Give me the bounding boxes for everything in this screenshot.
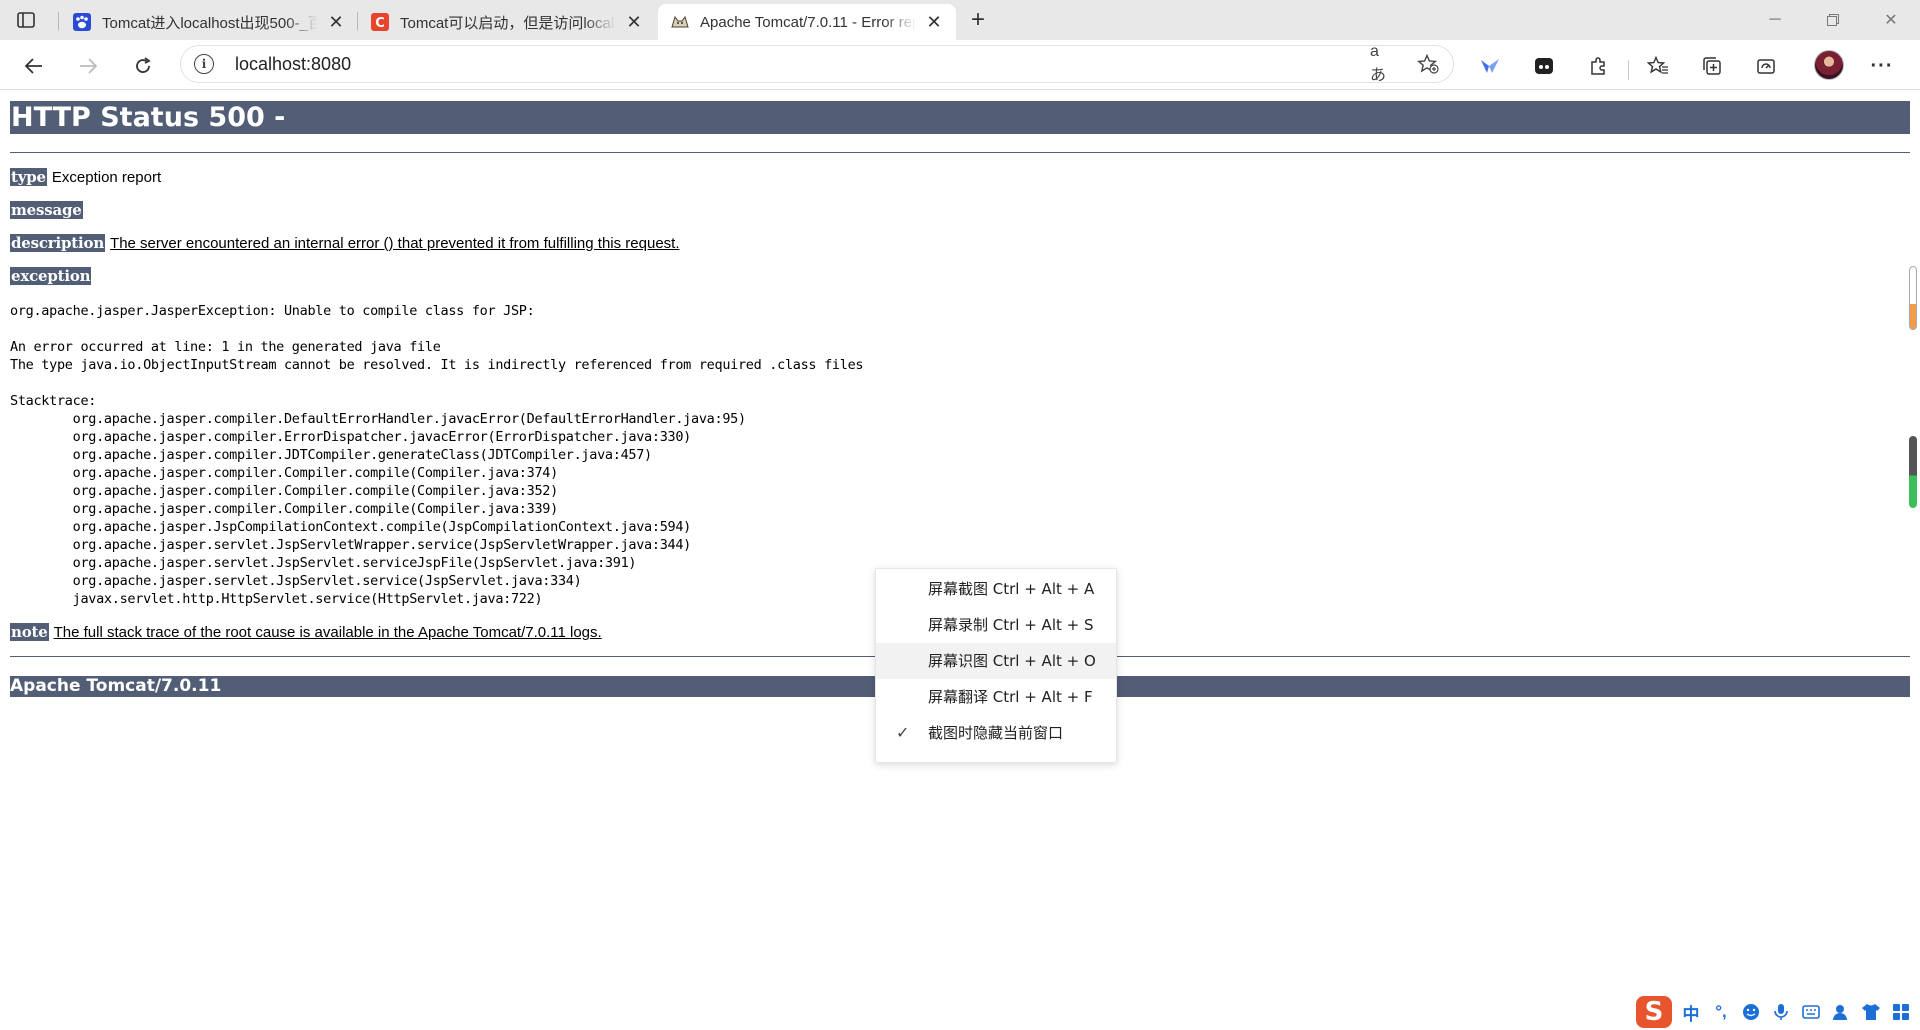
browser-window: Tomcat进入localhost出现500-_百度 ✕ C Tomcat可以启… — [0, 0, 1920, 1030]
svg-text:C: C — [375, 16, 385, 31]
message-row: message — [10, 201, 88, 219]
browser-essentials-icon — [1757, 59, 1775, 74]
site-info-icon[interactable]: i — [194, 54, 214, 74]
tab-title: Apache Tomcat/7.0.11 - Error report — [700, 13, 916, 31]
close-tab-icon[interactable]: ✕ — [924, 12, 944, 32]
description-label: description — [10, 234, 106, 252]
settings-more-button[interactable]: ··· — [1866, 50, 1898, 82]
ime-mode-toggle[interactable]: 中 — [1680, 1001, 1702, 1024]
extension-dark-icon — [1535, 58, 1553, 74]
restore-icon — [1827, 14, 1839, 26]
side-indicator — [1909, 266, 1917, 330]
page-content: HTTP Status 500 - type Exception report m… — [0, 91, 1920, 1030]
performance-button[interactable] — [1750, 50, 1782, 82]
side-indicator — [1909, 436, 1917, 508]
tab-actions-icon — [17, 12, 35, 28]
address-bar[interactable]: i localhost:8080 aあ — [180, 43, 1454, 84]
ime-toolbar: S 中 °, — [1636, 995, 1912, 1029]
description-row: description The server encountered an int… — [10, 234, 680, 252]
menu-item-screen-record[interactable]: 屏幕录制 Ctrl + Alt + S — [876, 607, 1116, 643]
collections-button[interactable] — [1696, 50, 1728, 82]
tab-csdn[interactable]: C Tomcat可以启动，但是访问localhost ✕ — [358, 4, 656, 40]
menu-item-label: 屏幕截图 Ctrl + Alt + A — [928, 580, 1095, 598]
emoji-icon[interactable] — [1740, 1001, 1762, 1023]
menu-item-screenshot[interactable]: 屏幕截图 Ctrl + Alt + A — [876, 571, 1116, 607]
restore-button[interactable] — [1806, 0, 1860, 40]
collections-icon — [1703, 57, 1721, 75]
baidu-paw-icon — [72, 12, 92, 32]
favorites-button[interactable] — [1642, 50, 1674, 82]
toolbox-grid-icon[interactable] — [1890, 1001, 1912, 1023]
user-icon[interactable] — [1830, 1001, 1852, 1023]
forward-arrow-icon — [80, 58, 98, 74]
back-button[interactable] — [18, 50, 50, 82]
tab-title: Tomcat进入localhost出现500-_百度 — [102, 14, 318, 32]
new-tab-button[interactable]: + — [964, 6, 992, 34]
skin-shirt-icon[interactable] — [1860, 1001, 1882, 1023]
note-value: The full stack trace of the root cause i… — [53, 624, 602, 641]
close-tab-icon[interactable]: ✕ — [624, 12, 644, 32]
note-row: note The full stack trace of the root cau… — [10, 623, 602, 641]
profile-avatar[interactable] — [1814, 50, 1844, 80]
tab-tomcat-error[interactable]: Apache Tomcat/7.0.11 - Error report ✕ — [658, 4, 956, 40]
screenshot-context-menu: 屏幕截图 Ctrl + Alt + A 屏幕录制 Ctrl + Alt + S … — [875, 568, 1117, 763]
description-value: The server encountered an internal error… — [110, 235, 680, 252]
tomcat-icon — [670, 12, 690, 32]
punctuation-toggle[interactable]: °, — [1710, 1001, 1732, 1023]
menu-item-label: 屏幕识图 Ctrl + Alt + O — [928, 652, 1096, 670]
more-dots-icon: ··· — [1870, 54, 1894, 77]
menu-item-hide-window[interactable]: ✓ 截图时隐藏当前窗口 — [876, 715, 1116, 751]
checkmark-icon: ✓ — [896, 723, 910, 742]
extension-button[interactable] — [1528, 50, 1560, 82]
type-label: type — [10, 168, 47, 186]
type-value: Exception report — [51, 169, 162, 186]
sogou-logo-icon[interactable]: S — [1636, 996, 1672, 1028]
forward-button[interactable] — [72, 50, 104, 82]
close-tab-icon[interactable]: ✕ — [326, 12, 346, 32]
keyboard-icon[interactable] — [1800, 1001, 1822, 1023]
tab-separator — [58, 12, 59, 30]
tab-baidu[interactable]: Tomcat进入localhost出现500-_百度 ✕ — [60, 4, 358, 40]
favorites-star-icon — [1647, 56, 1668, 74]
toolbar-separator — [1628, 60, 1629, 80]
message-label: message — [10, 201, 83, 219]
read-aloud-icon[interactable]: aあ — [1370, 43, 1394, 84]
note-label: note — [10, 623, 49, 641]
minimize-button[interactable]: ─ — [1748, 0, 1802, 40]
menu-item-screen-translate[interactable]: 屏幕翻译 Ctrl + Alt + F — [876, 679, 1116, 715]
refresh-icon — [136, 57, 151, 73]
divider — [10, 152, 1910, 153]
tab-title: Tomcat可以启动，但是访问localhost — [400, 14, 616, 32]
extensions-button[interactable] — [1582, 50, 1614, 82]
navigation-bar: i localhost:8080 aあ ··· — [0, 40, 1920, 90]
exception-stacktrace: org.apache.jasper.JasperException: Unabl… — [10, 303, 864, 607]
puzzle-icon — [1591, 57, 1605, 75]
csdn-c-icon: C — [370, 12, 390, 32]
menu-item-label: 屏幕录制 Ctrl + Alt + S — [928, 616, 1094, 634]
menu-item-label: 截图时隐藏当前窗口 — [928, 724, 1064, 742]
minimize-icon: ─ — [1769, 11, 1781, 28]
extension-button[interactable] — [1474, 50, 1506, 82]
menu-item-label: 屏幕翻译 Ctrl + Alt + F — [928, 688, 1093, 706]
type-row: type Exception report — [10, 168, 161, 186]
add-favorite-icon[interactable] — [1416, 53, 1440, 75]
exception-row: exception — [10, 267, 96, 285]
page-title: HTTP Status 500 - — [10, 101, 1910, 134]
close-window-button[interactable]: ✕ — [1864, 0, 1918, 40]
address-url[interactable]: localhost:8080 — [235, 54, 351, 75]
close-icon: ✕ — [1884, 12, 1898, 29]
extension-bird-icon — [1481, 59, 1499, 73]
exception-label: exception — [10, 267, 92, 285]
microphone-icon[interactable] — [1770, 1001, 1792, 1023]
menu-item-screen-recognize[interactable]: 屏幕识图 Ctrl + Alt + O — [876, 643, 1116, 679]
tab-bar: Tomcat进入localhost出现500-_百度 ✕ C Tomcat可以启… — [0, 0, 1920, 40]
back-arrow-icon — [24, 58, 42, 74]
plus-icon: + — [970, 6, 985, 33]
tab-actions-button[interactable] — [12, 8, 40, 32]
refresh-button[interactable] — [127, 50, 159, 82]
